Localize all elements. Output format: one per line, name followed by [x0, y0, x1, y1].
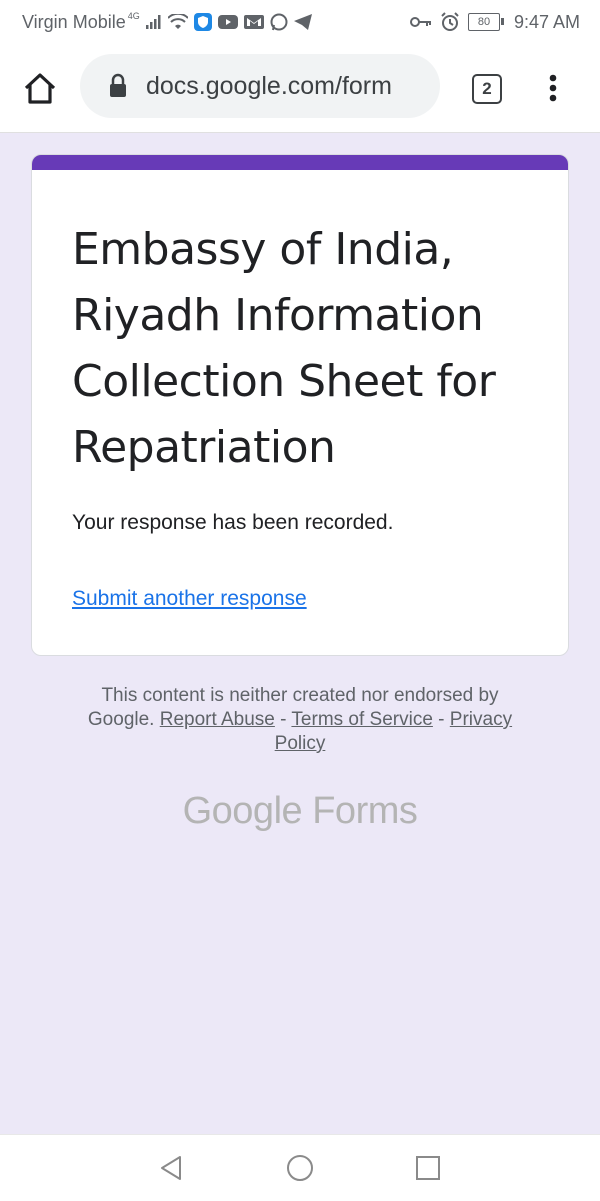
- address-bar[interactable]: docs.google.com/form: [80, 54, 440, 118]
- brand-forms: Forms: [312, 790, 418, 832]
- youtube-icon: [217, 15, 238, 29]
- system-nav-bar: [0, 1134, 600, 1201]
- report-abuse-link[interactable]: Report Abuse: [160, 709, 275, 730]
- terms-link[interactable]: Terms of Service: [291, 709, 432, 730]
- gmail-icon: [243, 15, 264, 29]
- tab-switcher-button[interactable]: 2: [472, 74, 502, 104]
- key-icon: [409, 17, 431, 27]
- battery-indicator: 80: [467, 13, 504, 31]
- form-card: Embassy of India, Riyadh Information Col…: [31, 154, 569, 656]
- home-icon[interactable]: [22, 70, 58, 106]
- wifi-icon: [167, 14, 188, 29]
- carrier-name: Virgin Mobile: [22, 11, 126, 32]
- status-bar: Virgin Mobile 4G 80 9:47 AM: [0, 0, 600, 44]
- back-icon[interactable]: [156, 1153, 186, 1183]
- home-circle-icon[interactable]: [285, 1153, 315, 1183]
- telegram-icon: [293, 14, 312, 30]
- form-title: Embassy of India, Riyadh Information Col…: [72, 224, 496, 473]
- signal-icon: [145, 15, 161, 29]
- brand-google: Google: [182, 790, 303, 832]
- browser-toolbar: docs.google.com/form 2: [0, 44, 600, 133]
- notification-icons: [145, 13, 312, 31]
- separator: -: [432, 709, 450, 730]
- alarm-icon: [441, 12, 459, 31]
- submit-another-link[interactable]: Submit another response: [72, 587, 307, 611]
- whatsapp-icon: [270, 13, 288, 31]
- confirmation-message: Your response has been recorded.: [72, 511, 394, 534]
- form-accent-band: [32, 155, 568, 170]
- lock-icon: [110, 73, 126, 97]
- status-right: 80 9:47 AM: [409, 0, 580, 44]
- more-options-icon[interactable]: [544, 70, 562, 106]
- shield-icon: [193, 13, 212, 31]
- footer-disclaimer: This content is neither created nor endo…: [70, 684, 530, 756]
- network-type: 4G: [127, 11, 140, 21]
- url-text[interactable]: docs.google.com/form: [146, 72, 426, 101]
- separator: -: [274, 709, 292, 730]
- recents-icon[interactable]: [413, 1153, 443, 1183]
- google-forms-logo[interactable]: Google Forms: [0, 790, 600, 833]
- clock: 9:47 AM: [513, 11, 580, 32]
